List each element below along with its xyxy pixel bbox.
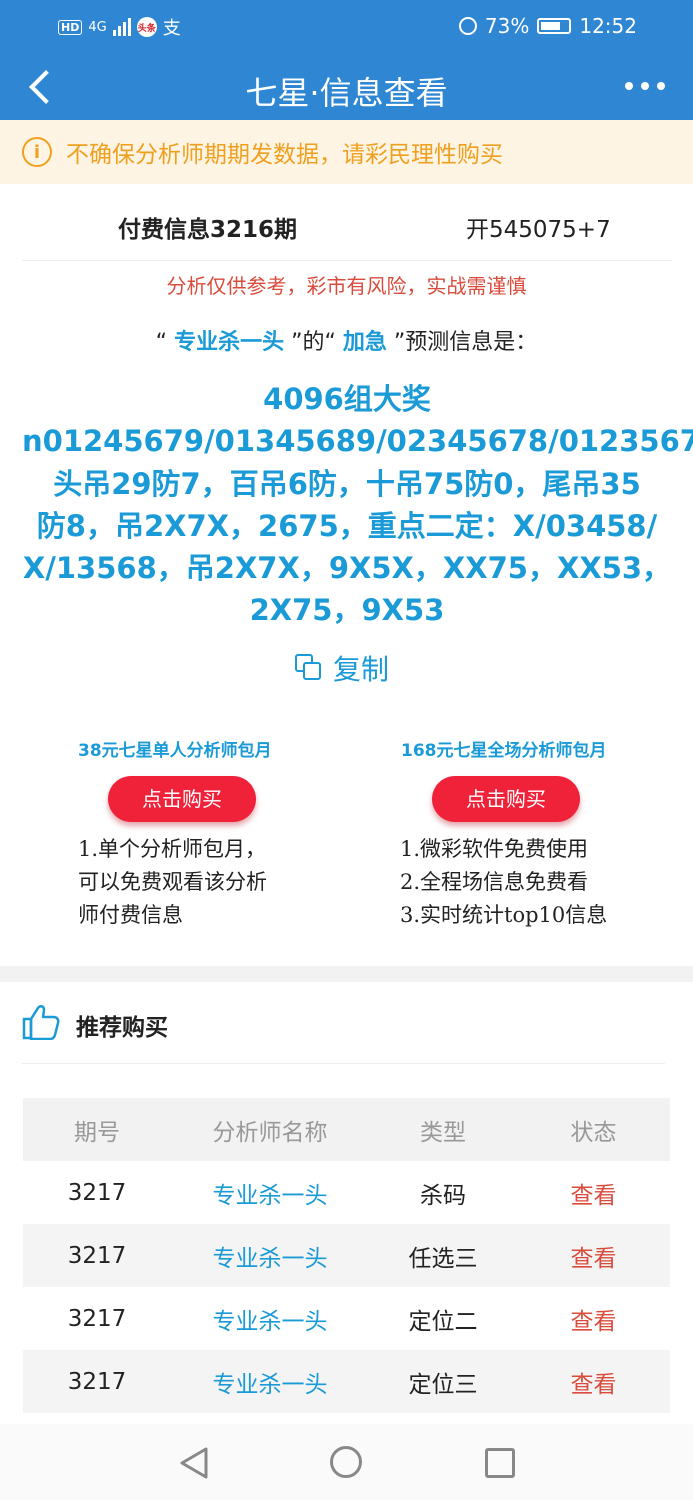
clock: 12:52	[579, 14, 637, 38]
table-row[interactable]: 3217 专业杀一头 任选三 查看	[23, 1224, 670, 1287]
dot-icon	[625, 82, 633, 90]
package-desc-line: 可以免费观看该分析	[78, 870, 267, 894]
table-row[interactable]: 3217 专业杀一头 定位二 查看	[23, 1287, 670, 1350]
column-header: 期号	[74, 1119, 120, 1146]
battery-icon	[537, 18, 572, 34]
column-header: 状态	[570, 1119, 617, 1146]
app-header: 七星·信息查看	[0, 54, 693, 120]
issue-cell: 3217	[67, 1179, 127, 1206]
battery-fill	[541, 22, 561, 30]
prediction-line: 头吊29防7，百吊6防，十吊75防0，尾吊35	[53, 466, 641, 501]
dot-icon	[641, 82, 649, 90]
type-cell: 杀码	[420, 1182, 466, 1209]
analyst-name: 专业杀一头	[174, 330, 285, 355]
prediction-intro: “ 专业杀一头 ”的“ 加急 ”预测信息是：	[0, 324, 693, 356]
nav-recents-icon[interactable]	[485, 1448, 515, 1478]
package-desc-line: 2.全程场信息免费看	[400, 870, 589, 894]
analyst-link[interactable]: 专业杀一头	[171, 1176, 369, 1210]
view-link[interactable]: 查看	[517, 1365, 670, 1399]
issue-cell: 3217	[67, 1305, 127, 1332]
type-cell: 任选三	[408, 1245, 478, 1272]
divider	[22, 260, 672, 261]
hd-icon: HD	[58, 19, 83, 35]
type-cell: 定位三	[408, 1371, 478, 1398]
quote-mid: ”的“	[291, 330, 336, 355]
network-label: 4G	[88, 19, 107, 35]
buy-button[interactable]: 点击购买	[108, 776, 256, 822]
analyst-link[interactable]: 专业杀一头	[171, 1239, 369, 1273]
table-row[interactable]: 3217 专业杀一头 定位三 查看	[23, 1350, 670, 1413]
recommend-title: 推荐购买	[76, 1015, 168, 1041]
package-description: 1.单个分析师包月， 可以免费观看该分析 师付费信息	[78, 833, 267, 932]
table-header: 期号 分析师名称 类型 状态	[23, 1098, 670, 1161]
analyst-link[interactable]: 专业杀一头	[171, 1365, 369, 1399]
alarm-icon	[458, 17, 477, 35]
status-bar: HD 4G 头条 支 73% 12:52	[0, 0, 693, 54]
status-right: 73% 12:52	[458, 14, 637, 38]
prediction-text: 4096组大奖 n01245679/01345689/02345678/0123…	[22, 378, 693, 632]
package-title: 38元七星单人分析师包月	[78, 741, 272, 761]
nav-home-icon[interactable]	[330, 1446, 362, 1478]
package-desc-line: 3.实时统计top10信息	[400, 903, 608, 927]
thumbs-up-icon	[22, 1005, 60, 1040]
dot-icon	[657, 82, 665, 90]
status-left: HD 4G 头条 支	[58, 14, 181, 40]
package-title: 168元七星全场分析师包月	[401, 741, 607, 761]
issue-title: 付费信息3216期	[118, 217, 298, 243]
notice-text: 不确保分析师期期发数据，请彩民理性购买	[66, 142, 503, 168]
divider	[22, 1063, 665, 1064]
prediction-line: 4096组大奖	[263, 382, 431, 416]
package-desc-line: 1.单个分析师包月，	[78, 837, 267, 861]
view-link[interactable]: 查看	[517, 1176, 670, 1210]
type-cell: 定位二	[408, 1308, 478, 1335]
quote-close: ”预测信息是：	[393, 330, 538, 355]
section-separator	[0, 966, 693, 982]
table-row[interactable]: 3217 专业杀一头 杀码 查看	[23, 1161, 670, 1224]
package-description: 1.微彩软件免费使用 2.全程场信息免费看 3.实时统计top10信息	[400, 833, 607, 932]
page-title: 七星·信息查看	[245, 74, 448, 112]
nav-back-icon[interactable]	[178, 1446, 210, 1480]
copy-button[interactable]: 复制	[295, 648, 389, 688]
prediction-line: X/13568，吊2X7X，9X5X，XX75，XX53，	[22, 551, 672, 586]
issue-cell: 3217	[67, 1368, 127, 1395]
info-icon: i	[22, 137, 52, 167]
package-desc-line: 1.微彩软件免费使用	[400, 837, 589, 861]
analyst-link[interactable]: 专业杀一头	[171, 1302, 369, 1336]
risk-warning: 分析仅供参考，彩市有风险，实战需谨慎	[166, 274, 527, 298]
package-desc-line: 师付费信息	[78, 903, 183, 927]
column-header: 类型	[420, 1119, 466, 1146]
view-link[interactable]: 查看	[517, 1302, 670, 1336]
column-header: 分析师名称	[212, 1119, 328, 1146]
view-link[interactable]: 查看	[517, 1239, 670, 1273]
prediction-line: n01245679/01345689/02345678/01235678	[22, 424, 693, 459]
prediction-line: 2X75，9X53	[249, 593, 445, 628]
issue-cell: 3217	[67, 1242, 127, 1269]
issue-result: 开545075+7	[466, 217, 611, 243]
battery-percent: 73%	[484, 14, 530, 38]
buy-button[interactable]: 点击购买	[432, 776, 580, 822]
copy-label: 复制	[333, 653, 390, 686]
prediction-line: 防8，吊2X7X，2675，重点二定：X/03458/	[36, 508, 658, 543]
urgent-tag: 加急	[342, 330, 387, 355]
signal-icon	[112, 18, 131, 36]
system-nav-bar	[0, 1424, 693, 1500]
news-app-icon: 头条	[136, 17, 157, 37]
copy-icon	[295, 654, 323, 682]
more-menu-button[interactable]	[619, 76, 671, 96]
recommend-table: 期号 分析师名称 类型 状态 3217 专业杀一头 杀码 查看 3217 专业杀…	[23, 1098, 670, 1413]
pay-icon: 支	[162, 18, 181, 39]
quote-open: “	[155, 330, 168, 355]
notice-banner: i 不确保分析师期期发数据，请彩民理性购买	[0, 120, 693, 184]
